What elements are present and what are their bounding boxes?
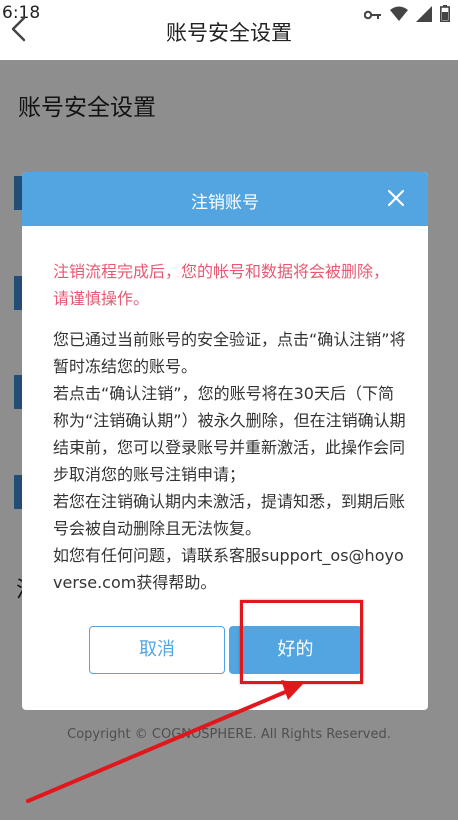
body-paragraph: 若点击“确认注销”，您的账号将在30天后（下简称为“注销确认期”）被永久删除，但… (53, 384, 406, 484)
dialog-header: 注销账号 (22, 172, 428, 226)
dialog-title: 注销账号 (191, 193, 259, 213)
annotation-highlight-box (240, 600, 363, 684)
close-icon[interactable] (386, 188, 406, 208)
body-paragraph: 如您有任何问题，请联系客服support_os@hoyoverse.com获得帮… (53, 546, 404, 592)
cancel-button[interactable]: 取消 (89, 626, 225, 674)
warning-text: 注销流程完成后，您的帐号和数据将会被删除，请谨慎操作。 (53, 262, 390, 308)
cancel-account-dialog: 注销账号 注销流程完成后，您的帐号和数据将会被删除，请谨慎操作。 您已通过当前账… (22, 172, 428, 710)
title-bar: 账号安全设置 (0, 0, 458, 60)
body-paragraph: 若您在注销确认期内未激活，提请知悉，到期后账号会被自动删除且无法恢复。 (53, 492, 406, 538)
body-paragraph: 您已通过当前账号的安全验证，点击“确认注销”将暂时冻结您的账号。 (53, 330, 406, 376)
page-title: 账号安全设置 (166, 21, 292, 45)
dialog-body: 您已通过当前账号的安全验证，点击“确认注销”将暂时冻结您的账号。 若点击“确认注… (53, 326, 407, 596)
